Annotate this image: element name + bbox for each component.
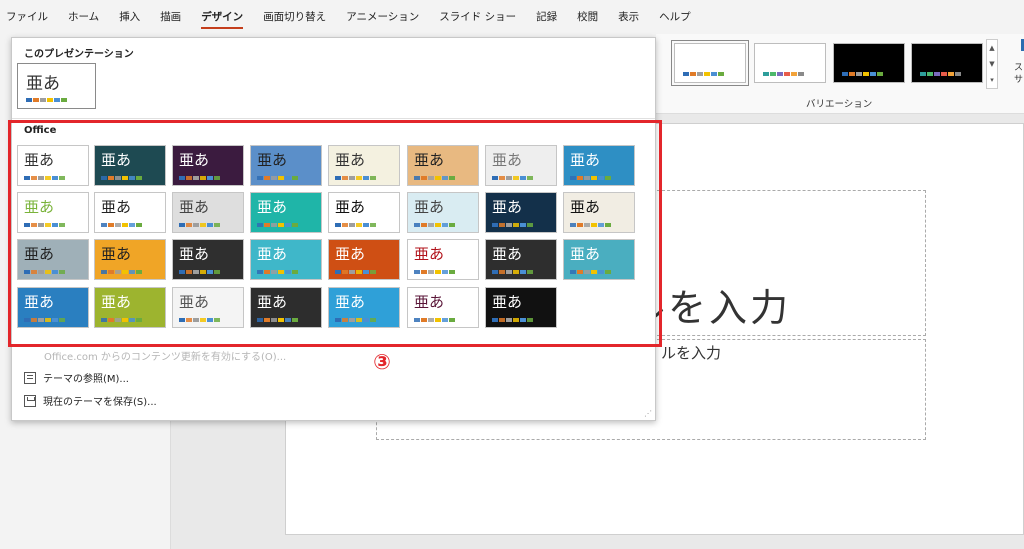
menu-item-6[interactable]: アニメーション xyxy=(346,9,419,25)
ribbon-cut-label: ス サ xyxy=(1014,63,1024,85)
step-number: ③ xyxy=(373,350,391,374)
save-theme-command[interactable]: 現在のテーマを保存(S)... xyxy=(24,393,157,408)
more-icon[interactable]: ▾ xyxy=(987,72,997,88)
current-theme-thumb[interactable]: 亜あ xyxy=(17,63,96,109)
browse-theme-icon xyxy=(24,371,36,384)
menu-item-5[interactable]: 画面切り替え xyxy=(263,9,326,25)
menu-item-11[interactable]: ヘルプ xyxy=(659,9,691,25)
menu-item-3[interactable]: 描画 xyxy=(160,9,181,25)
browse-themes-command[interactable]: テーマの参照(M)... xyxy=(24,370,129,385)
menu-item-7[interactable]: スライド ショー xyxy=(439,9,516,25)
menu-item-10[interactable]: 表示 xyxy=(618,9,639,25)
variations-ribbon: ▲ ▼ ▾ バリエーション ス サ xyxy=(656,34,1024,114)
enable-office-content-link: Office.com からのコンテンツ更新を有効にする(O)... xyxy=(44,352,287,363)
menu-item-0[interactable]: ファイル xyxy=(6,9,48,25)
variation-scroll-buttons[interactable]: ▲ ▼ ▾ xyxy=(986,39,998,89)
menu-item-8[interactable]: 記録 xyxy=(536,9,557,25)
variation-group-label: バリエーション xyxy=(806,99,873,110)
menu-item-9[interactable]: 校閲 xyxy=(577,9,598,25)
gallery-divider xyxy=(12,118,655,119)
menu-item-1[interactable]: ホーム xyxy=(68,9,99,25)
highlight-box xyxy=(8,120,662,347)
current-presentation-heading: このプレゼンテーション xyxy=(24,49,134,60)
variation-thumb-4[interactable] xyxy=(911,43,983,83)
chevron-down-icon[interactable]: ▼ xyxy=(987,56,997,72)
resize-grip-icon[interactable]: ⋰ xyxy=(644,409,652,418)
variation-thumb-3[interactable] xyxy=(833,43,905,83)
variation-thumb-1[interactable] xyxy=(671,40,749,86)
browse-themes-label: テーマの参照(M)... xyxy=(43,374,129,385)
save-theme-label: 現在のテーマを保存(S)... xyxy=(43,397,157,408)
variation-thumb-2[interactable] xyxy=(754,43,826,83)
save-icon xyxy=(24,394,36,407)
menu-item-2[interactable]: 挿入 xyxy=(119,9,140,25)
theme-glyph: 亜あ xyxy=(26,74,60,94)
chevron-up-icon[interactable]: ▲ xyxy=(987,40,997,56)
menu-bar: ファイル ホーム 挿入 描画 デザイン 画面切り替え アニメーション スライド ショー 記録 校閲… xyxy=(0,0,1024,34)
menu-item-4[interactable]: デザイン xyxy=(201,9,244,29)
subtitle-placeholder-text: ルを入力 xyxy=(661,344,722,362)
